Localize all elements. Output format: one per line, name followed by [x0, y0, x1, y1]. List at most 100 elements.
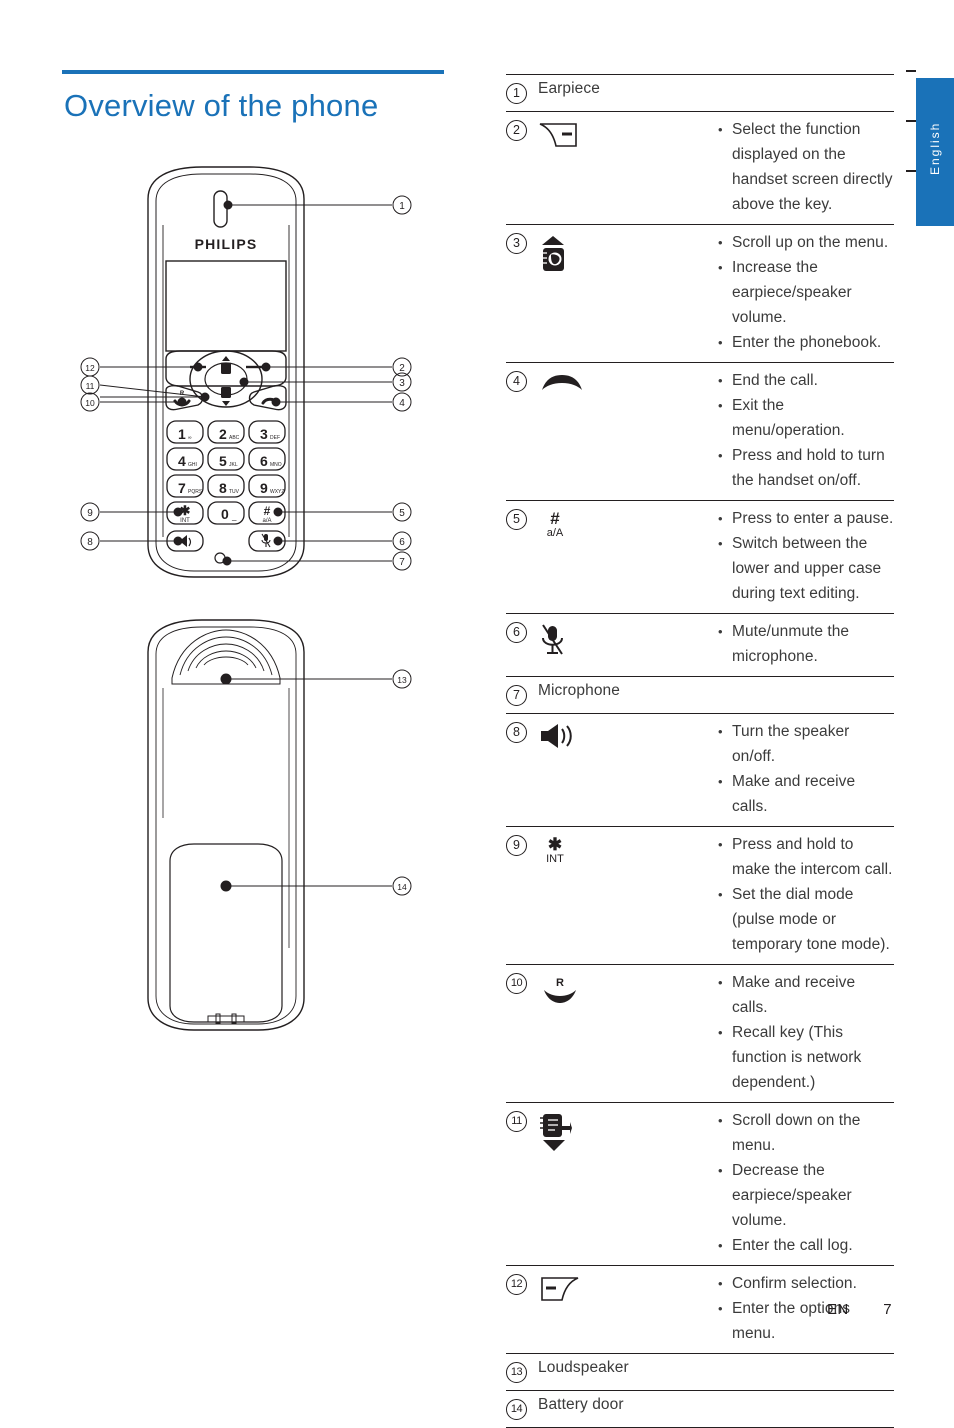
footer-language-code: EN — [827, 1301, 849, 1318]
svg-text:MNO: MNO — [270, 462, 282, 468]
callout-number-cell: 11 — [506, 1103, 538, 1266]
list-item: Enter the call log. — [716, 1233, 894, 1258]
description-cell: Press and hold to make the intercom call… — [716, 827, 894, 965]
table-row: 10 R Make and receive calls. Recall key … — [506, 965, 894, 1103]
callout-number-cell: 5 — [506, 501, 538, 614]
page-header: Overview of the phone — [62, 70, 452, 130]
icon-cell — [538, 614, 716, 677]
star-key-primary: ✱ — [547, 835, 563, 854]
callout-number-cell: 1 — [506, 75, 538, 112]
description-cell: End the call. Exit the menu/operation. P… — [716, 363, 894, 501]
callout-number: 2 — [506, 120, 527, 141]
right-softkey-icon — [538, 121, 584, 151]
callout-number: 6 — [506, 622, 527, 643]
callout-number: 4 — [506, 371, 527, 392]
callout-number-cell: 3 — [506, 225, 538, 363]
handset-screen — [165, 260, 287, 352]
svg-text:ABC: ABC — [229, 435, 240, 441]
table-row: 1 Earpiece — [506, 74, 894, 112]
svg-text:2: 2 — [399, 363, 405, 374]
list-item: End the call. — [716, 368, 894, 393]
list-item: Recall key (This function is network dep… — [716, 1020, 894, 1095]
svg-text:JKL: JKL — [229, 462, 238, 468]
table-row: 5 # a/A Press to enter a pause. Switch b… — [506, 501, 894, 614]
description-cell: Scroll up on the menu. Increase the earp… — [716, 225, 894, 363]
icon-cell — [538, 1103, 716, 1266]
description-cell: Make and receive calls. Recall key (This… — [716, 965, 894, 1103]
table-row: 4 End the call. Exit the menu/operation.… — [506, 363, 894, 501]
list-item: Switch between the lower and upper case … — [716, 531, 894, 606]
svg-text:a/A: a/A — [262, 518, 271, 524]
svg-text:4: 4 — [399, 398, 405, 409]
callout-number-cell: 6 — [506, 614, 538, 677]
svg-text:10: 10 — [85, 398, 95, 408]
svg-text:3: 3 — [399, 378, 405, 389]
svg-text:INT: INT — [180, 518, 190, 524]
callout-number-cell: 8 — [506, 714, 538, 827]
callout-number-cell: 2 — [506, 112, 538, 225]
language-tab: English — [916, 78, 954, 226]
list-item: Enter the phonebook. — [716, 330, 894, 355]
list-item: Scroll up on the menu. — [716, 230, 894, 255]
list-item: Make and receive calls. — [716, 769, 894, 819]
svg-text:8: 8 — [219, 480, 227, 496]
svg-text:1: 1 — [399, 201, 405, 212]
callout-number: 1 — [506, 83, 527, 104]
svg-text:∞: ∞ — [188, 435, 192, 441]
svg-text:12: 12 — [85, 363, 95, 373]
tick-mark — [906, 170, 916, 172]
tick-mark — [906, 70, 916, 72]
callout-number: 9 — [506, 835, 527, 856]
svg-text:2: 2 — [219, 426, 227, 442]
speaker-icon — [538, 723, 578, 749]
callout-number-cell: 12 — [506, 1266, 538, 1354]
mute-microphone-icon — [538, 623, 568, 657]
icon-cell: R — [538, 965, 716, 1103]
brand-wordmark: PHILIPS — [195, 236, 258, 252]
icon-cell: ✱ INT — [538, 827, 716, 965]
svg-text:9: 9 — [260, 480, 268, 496]
page-number: 7 — [883, 1301, 892, 1318]
svg-text:#: # — [264, 504, 271, 518]
list-item: Select the function displayed on the han… — [716, 117, 894, 217]
tick-mark — [906, 120, 916, 122]
left-softkey-icon — [538, 1275, 584, 1305]
hash-key-primary: # — [550, 509, 560, 528]
list-item: Press and hold to make the intercom call… — [716, 832, 894, 882]
callout-number-cell: 10 — [506, 965, 538, 1103]
table-row: 6 Mute/unmute the — [506, 614, 894, 677]
callout-number-cell: 9 — [506, 827, 538, 965]
part-label: Microphone — [538, 682, 620, 699]
description-cell: Scroll down on the menu. Decrease the ea… — [716, 1103, 894, 1266]
callout-number-cell: 14 — [506, 1391, 538, 1428]
phone-back-figure: 13 14 — [62, 618, 454, 1048]
svg-text:0: 0 — [221, 506, 229, 522]
icon-cell — [538, 714, 716, 827]
svg-text:GHI: GHI — [188, 462, 197, 468]
svg-text:14: 14 — [397, 882, 407, 892]
svg-text:7: 7 — [178, 480, 186, 496]
talk-recall-icon: R — [538, 974, 582, 1004]
description-cell: Turn the speaker on/off. Make and receiv… — [716, 714, 894, 827]
list-item: Exit the menu/operation. — [716, 393, 894, 443]
svg-text:_: _ — [231, 512, 237, 521]
svg-text:6: 6 — [399, 537, 405, 548]
svg-text:R: R — [556, 977, 564, 989]
part-label: Battery door — [538, 1396, 624, 1413]
svg-text:13: 13 — [397, 675, 407, 685]
svg-text:WXYZ: WXYZ — [270, 489, 284, 495]
list-item: Turn the speaker on/off. — [716, 719, 894, 769]
callout-number-cell: 13 — [506, 1354, 538, 1391]
table-row: 7 Microphone — [506, 677, 894, 714]
list-item: Decrease the earpiece/speaker volume. — [716, 1158, 894, 1233]
language-tab-label: English — [928, 121, 942, 175]
callout-number: 12 — [506, 1274, 527, 1295]
list-item: Confirm selection. — [716, 1271, 894, 1296]
list-item: Increase the earpiece/speaker volume. — [716, 255, 894, 330]
svg-text:1: 1 — [178, 426, 186, 442]
svg-text:11: 11 — [86, 381, 95, 391]
svg-text:9: 9 — [87, 508, 93, 519]
callout-number: 13 — [506, 1362, 527, 1383]
part-label: Earpiece — [538, 80, 600, 97]
description-cell: Select the function displayed on the han… — [716, 112, 894, 225]
